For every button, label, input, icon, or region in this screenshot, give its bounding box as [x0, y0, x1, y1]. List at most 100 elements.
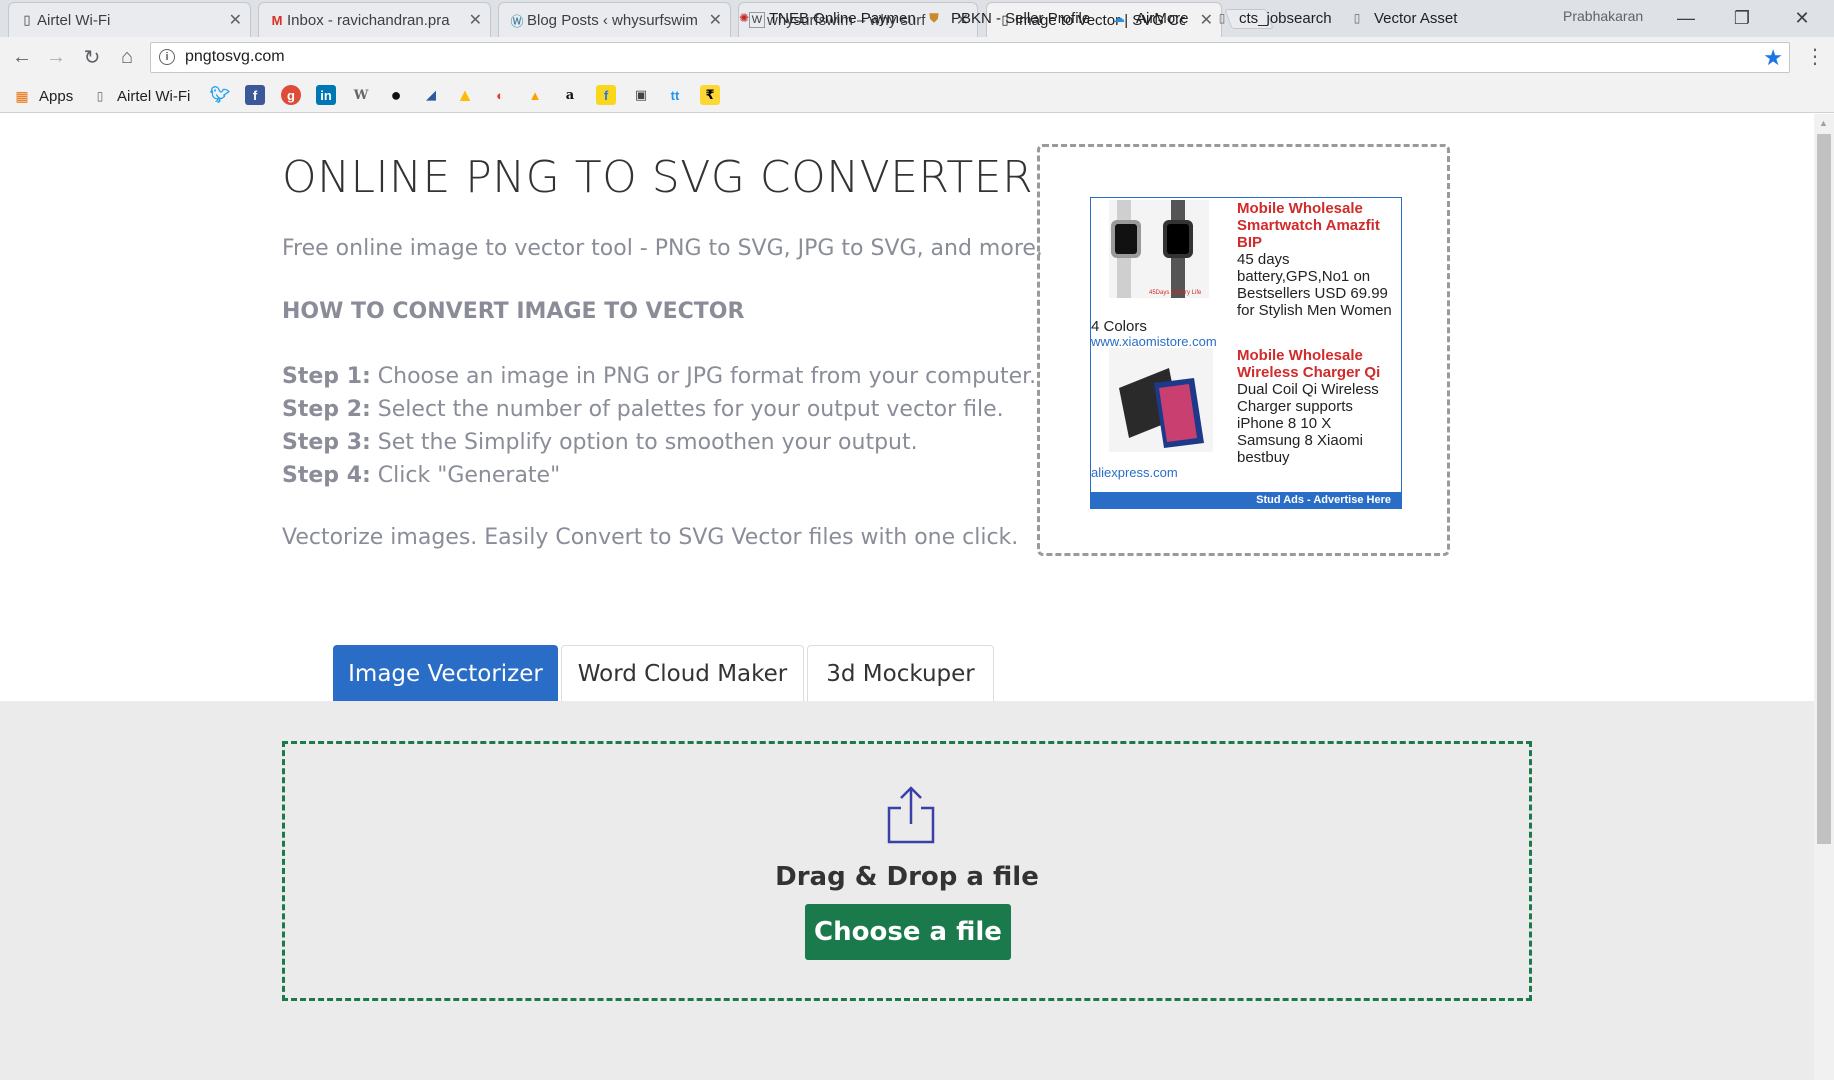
- step-text: Choose an image in PNG or JPG format fro…: [377, 364, 1037, 389]
- browser-toolbar: ← → ↻ ⌂ i pngtosvg.com ★ ⋮: [0, 37, 1834, 78]
- page-icon: ▯: [96, 89, 104, 103]
- ad-unit[interactable]: 45Days Battery Life Mobile Wholesale Sma…: [1090, 197, 1402, 509]
- bookmark-label: TNEB Online Paymen: [769, 9, 916, 27]
- bookmark-airtel[interactable]: ▯ Airtel Wi-Fi: [91, 85, 191, 107]
- gmail-icon: M: [271, 12, 283, 28]
- bookmark-label: Apps: [39, 87, 74, 105]
- linkedin-icon[interactable]: in: [316, 85, 336, 105]
- twitter-icon[interactable]: 🐦︎: [210, 85, 230, 105]
- menu-icon[interactable]: ⋮: [1805, 44, 1825, 69]
- profile-name[interactable]: Prabhakaran: [1563, 8, 1643, 24]
- tab-label: Airtel Wi-Fi: [37, 11, 111, 29]
- scroll-up-icon[interactable]: ▲: [1819, 118, 1828, 128]
- bookmark-tneb[interactable]: ✺ TNEB Online Paymen: [735, 7, 916, 29]
- flipkart-icon[interactable]: f: [596, 85, 616, 105]
- close-icon[interactable]: ✕: [469, 10, 482, 30]
- drive-icon[interactable]: ▲: [455, 85, 475, 105]
- browser-tab-gmail[interactable]: M Inbox - ravichandran.pra ✕: [258, 2, 491, 37]
- ad-footer-link[interactable]: Stud Ads - Advertise Here: [1091, 492, 1401, 508]
- info-icon[interactable]: i: [159, 49, 175, 65]
- wireless-charger-image[interactable]: [1109, 348, 1213, 452]
- ad-link[interactable]: www.xiaomistore.com: [1091, 334, 1217, 349]
- tab-label: Inbox - ravichandran.pra: [287, 11, 450, 29]
- bookmark-cts[interactable]: ▯ cts_jobsearch: [1213, 7, 1332, 29]
- home-icon[interactable]: ⌂: [115, 45, 139, 69]
- bookmark-vector[interactable]: ▯ Vector Asset: [1348, 7, 1458, 29]
- page-subtitle: Free online image to vector tool - PNG t…: [282, 236, 1043, 261]
- wordpress-icon: Ⓦ: [510, 13, 524, 29]
- ad-title[interactable]: Mobile Wholesale Smartwatch Amazfit BIP: [1237, 200, 1397, 251]
- tab-strip: ▯ Airtel Wi-Fi ✕ M Inbox - ravichandran.…: [0, 0, 1834, 37]
- tab-word-cloud-maker[interactable]: Word Cloud Maker: [561, 645, 804, 701]
- ad-description: 45 days battery,GPS,No1 on Bestsellers U…: [1237, 251, 1392, 319]
- browser-tab-airtel[interactable]: ▯ Airtel Wi-Fi ✕: [8, 2, 251, 37]
- bookmark-icon-b[interactable]: ◐: [490, 85, 510, 105]
- github-icon[interactable]: ●: [386, 85, 406, 105]
- address-bar[interactable]: i pngtosvg.com ★: [150, 42, 1790, 73]
- wikipedia-icon[interactable]: W: [351, 85, 371, 105]
- tab-image-vectorizer[interactable]: Image Vectorizer: [333, 645, 558, 701]
- bookmark-icon-c[interactable]: ₹: [700, 85, 720, 105]
- step-text: Click "Generate": [377, 463, 561, 488]
- bookmark-star-icon[interactable]: ★: [1763, 45, 1783, 71]
- bookmark-label: AirMore: [1136, 9, 1189, 27]
- tab-3d-mockuper[interactable]: 3d Mockuper: [807, 645, 994, 701]
- choose-file-button[interactable]: Choose a file: [805, 904, 1011, 960]
- google-plus-icon[interactable]: g: [281, 85, 301, 105]
- ad-link[interactable]: aliexpress.com: [1091, 465, 1178, 480]
- upload-icon: [887, 786, 935, 844]
- svg-text:45Days Battery Life: 45Days Battery Life: [1149, 290, 1202, 296]
- airmore-icon: ☁: [1113, 11, 1125, 25]
- page-icon: ▯: [23, 12, 31, 27]
- bookmark-airmore[interactable]: ☁ AirMore: [1110, 7, 1189, 29]
- step-3: Step 3: Set the Simplify option to smoot…: [282, 430, 918, 455]
- howto-heading: HOW TO CONVERT IMAGE TO VECTOR: [282, 299, 745, 324]
- reload-icon[interactable]: ↻: [80, 45, 104, 69]
- bookmarks-bar: ▦ Apps ▯ Airtel Wi-Fi: [0, 78, 1834, 113]
- ad-description-extra: 4 Colors: [1091, 318, 1147, 335]
- tneb-icon: ✺: [738, 11, 750, 25]
- step-label: Step 2:: [282, 397, 371, 422]
- page-icon: ▯: [1218, 11, 1226, 25]
- page-title: ONLINE PNG TO SVG CONVERTER: [282, 152, 1034, 203]
- close-icon[interactable]: ✕: [1200, 10, 1213, 30]
- bookmark-label: cts_jobsearch: [1239, 9, 1332, 27]
- close-window-icon[interactable]: ✕: [1774, 4, 1830, 32]
- step-label: Step 4:: [282, 463, 371, 488]
- firebase-icon[interactable]: ▲: [525, 85, 545, 105]
- minimize-icon[interactable]: —: [1658, 4, 1714, 32]
- shopping-bag-icon[interactable]: ▣: [631, 85, 651, 105]
- page-scrollbar[interactable]: ▲: [1814, 114, 1834, 1080]
- browser-tab-wordpress[interactable]: Ⓦ Blog Posts ‹ whysurfswim ✕: [498, 2, 731, 37]
- bookmark-pbkn[interactable]: ⛊ PBKN - Seller Profile: [925, 7, 1090, 29]
- facebook-icon[interactable]: f: [245, 85, 265, 105]
- step-text: Set the Simplify option to smoothen your…: [377, 430, 918, 455]
- step-label: Step 3:: [282, 430, 371, 455]
- tagline: Vectorize images. Easily Convert to SVG …: [282, 525, 1019, 550]
- restore-icon[interactable]: ❐: [1714, 4, 1770, 32]
- scrollbar-thumb[interactable]: [1817, 134, 1831, 844]
- apps-grid-icon: ▦: [15, 87, 29, 104]
- close-icon[interactable]: ✕: [709, 10, 722, 30]
- page-icon: ▯: [1353, 11, 1361, 25]
- ad-description: Dual Coil Qi Wireless Charger supports i…: [1237, 381, 1379, 466]
- step-text: Select the number of palettes for your o…: [377, 397, 1004, 422]
- step-label: Step 1:: [282, 364, 371, 389]
- close-icon[interactable]: ✕: [229, 10, 242, 30]
- ad-title[interactable]: Mobile Wholesale Wireless Charger Qi: [1237, 347, 1397, 381]
- amazon-icon[interactable]: a: [560, 85, 580, 105]
- url-text[interactable]: pngtosvg.com: [185, 48, 285, 66]
- step-1: Step 1: Choose an image in PNG or JPG fo…: [282, 364, 1036, 389]
- ad-container: 45Days Battery Life Mobile Wholesale Sma…: [1037, 144, 1450, 556]
- bookmark-label: Airtel Wi-Fi: [117, 87, 191, 105]
- back-icon[interactable]: ←: [10, 45, 34, 69]
- tab-label: Blog Posts ‹ whysurfswim: [527, 11, 697, 29]
- bookmark-apps[interactable]: ▦ Apps: [13, 85, 73, 107]
- smartwatch-image[interactable]: 45Days Battery Life: [1109, 200, 1209, 298]
- file-dropzone[interactable]: Drag & Drop a file Choose a file: [282, 741, 1532, 1001]
- dropzone-label: Drag & Drop a file: [775, 862, 1039, 892]
- tt-icon[interactable]: tt: [665, 85, 685, 105]
- page-content: ONLINE PNG TO SVG CONVERTER Free online …: [0, 114, 1814, 1080]
- forward-icon[interactable]: →: [44, 45, 68, 69]
- bookmark-icon-a[interactable]: ◢: [421, 85, 441, 105]
